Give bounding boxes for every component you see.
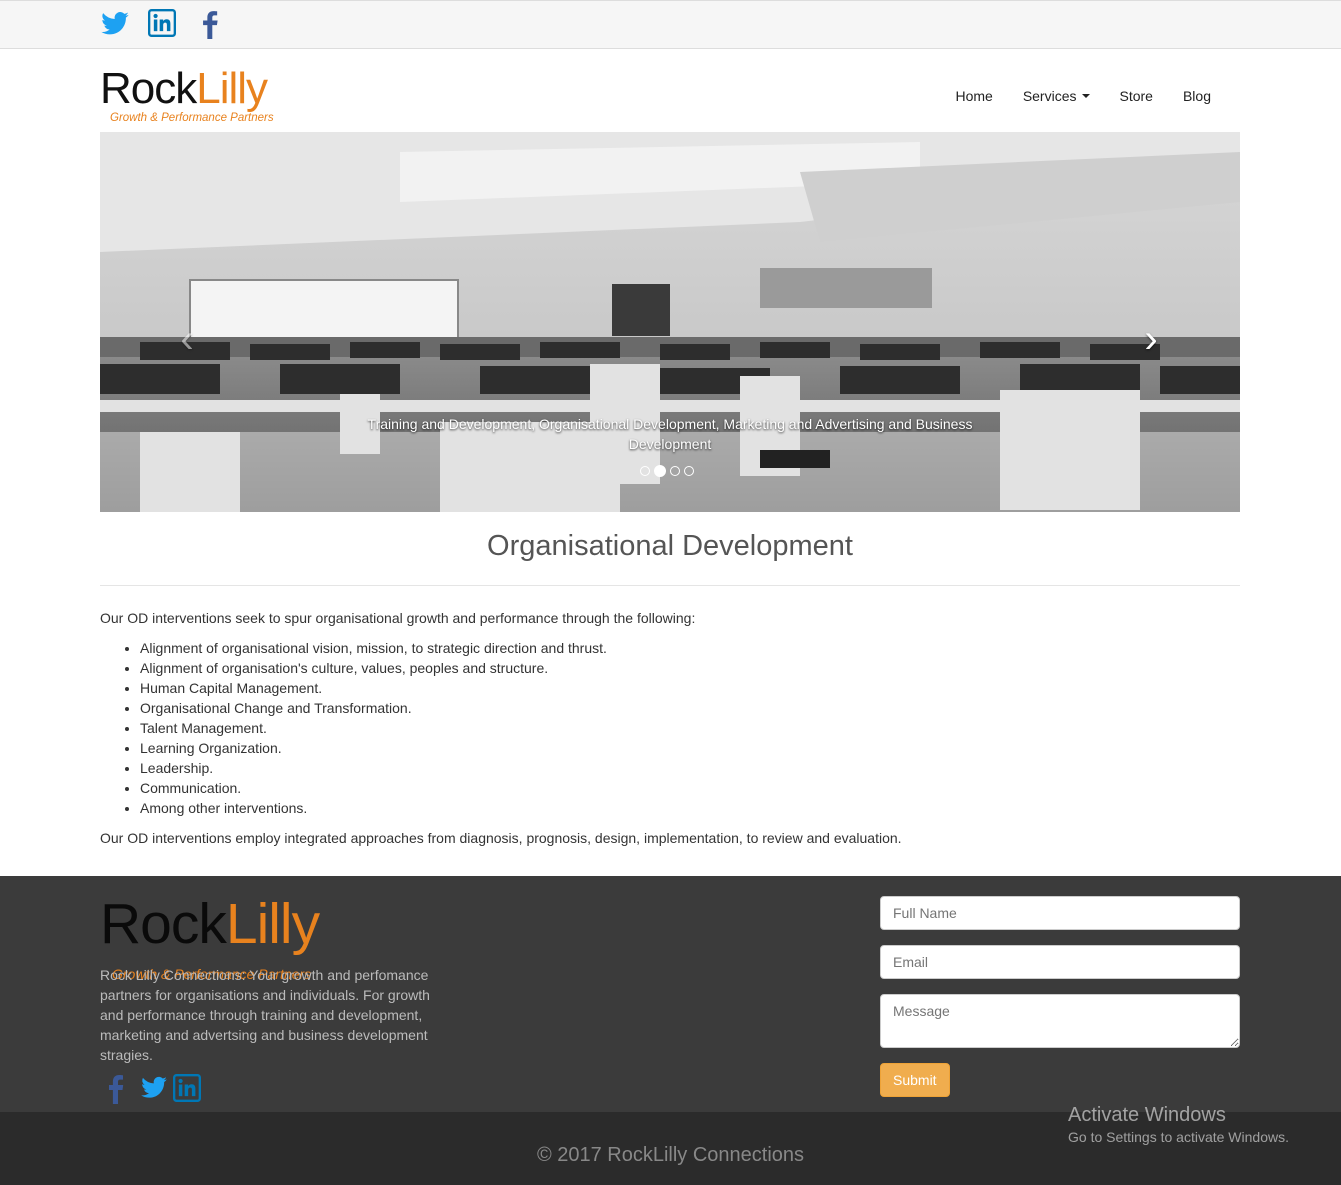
- facebook-icon[interactable]: [196, 9, 224, 39]
- activate-windows-subtitle: Go to Settings to activate Windows.: [1068, 1129, 1289, 1145]
- carousel-slide-image: [100, 132, 1240, 512]
- carousel-indicator[interactable]: [684, 466, 694, 476]
- footer-logo: RockLilly Growth & Performance Partners: [100, 892, 360, 982]
- site-logo[interactable]: RockLilly Growth & Performance Partners: [100, 66, 305, 128]
- nav-blog[interactable]: Blog: [1168, 87, 1226, 105]
- list-item: Alignment of organisation's culture, val…: [140, 658, 607, 678]
- facebook-icon[interactable]: [105, 1074, 133, 1104]
- footer-about-text: Rock Lilly Connections: Your growth and …: [100, 967, 430, 1063]
- list-item: Alignment of organisational vision, miss…: [140, 638, 607, 658]
- full-name-input[interactable]: [880, 896, 1240, 930]
- submit-button[interactable]: Submit: [880, 1063, 950, 1097]
- list-item: Learning Organization.: [140, 738, 607, 758]
- caret-down-icon: [1081, 94, 1090, 98]
- page-title: Organisational Development: [487, 530, 853, 562]
- activate-windows-watermark: Activate Windows Go to Settings to activ…: [1068, 1102, 1289, 1146]
- footer-logo-rock-text: Rock: [100, 892, 227, 956]
- chevron-right-icon[interactable]: ›: [1136, 319, 1166, 359]
- footer-social-links: [105, 1074, 201, 1104]
- list-item: Among other interventions.: [140, 798, 607, 818]
- message-textarea[interactable]: [880, 994, 1240, 1048]
- logo-rock-text: Rock: [100, 64, 197, 113]
- twitter-icon[interactable]: [139, 1074, 167, 1102]
- carousel-caption: Training and Development, Organisational…: [367, 416, 973, 452]
- linkedin-icon[interactable]: [173, 1074, 201, 1102]
- site-footer: RockLilly Growth & Performance Partners …: [0, 876, 1341, 1112]
- outro-text: Our OD interventions employ integrated a…: [100, 830, 902, 846]
- carousel-indicators: [640, 465, 694, 477]
- list-item: Organisational Change and Transformation…: [140, 698, 607, 718]
- nav-home[interactable]: Home: [940, 87, 1007, 105]
- carousel-indicator[interactable]: [640, 466, 650, 476]
- footer-logo-lilly-text: Lilly: [225, 892, 320, 956]
- email-input[interactable]: [880, 945, 1240, 979]
- nav-store[interactable]: Store: [1105, 87, 1168, 105]
- site-header: RockLilly Growth & Performance Partners …: [100, 66, 1240, 132]
- chevron-left-icon[interactable]: ‹: [172, 319, 202, 359]
- intro-text: Our OD interventions seek to spur organi…: [100, 610, 696, 626]
- logo-tagline: Growth & Performance Partners: [110, 112, 274, 124]
- carousel-indicator-active[interactable]: [654, 465, 666, 477]
- main-nav: Home Services Store Blog: [940, 87, 1226, 105]
- twitter-icon[interactable]: [100, 9, 129, 39]
- linkedin-icon[interactable]: [148, 9, 176, 39]
- list-item: Communication.: [140, 778, 607, 798]
- contact-form: Submit: [880, 896, 1240, 1097]
- logo-lilly-text: Lilly: [196, 64, 268, 113]
- activate-windows-title: Activate Windows: [1068, 1104, 1226, 1126]
- carousel-indicator[interactable]: [670, 466, 680, 476]
- list-item: Leadership.: [140, 758, 607, 778]
- nav-services-label: Services: [1022, 88, 1077, 104]
- interventions-list: Alignment of organisational vision, miss…: [140, 638, 607, 818]
- nav-services[interactable]: Services: [1008, 87, 1105, 105]
- hero-carousel: ‹ › Training and Development, Organisati…: [100, 132, 1240, 512]
- list-item: Human Capital Management.: [140, 678, 607, 698]
- copyright-text: © 2017 RockLilly Connections: [536, 1144, 805, 1166]
- list-item: Talent Management.: [140, 718, 607, 738]
- top-social-bar: [0, 0, 1341, 49]
- title-divider: [100, 585, 1240, 586]
- top-social-links: [100, 9, 224, 39]
